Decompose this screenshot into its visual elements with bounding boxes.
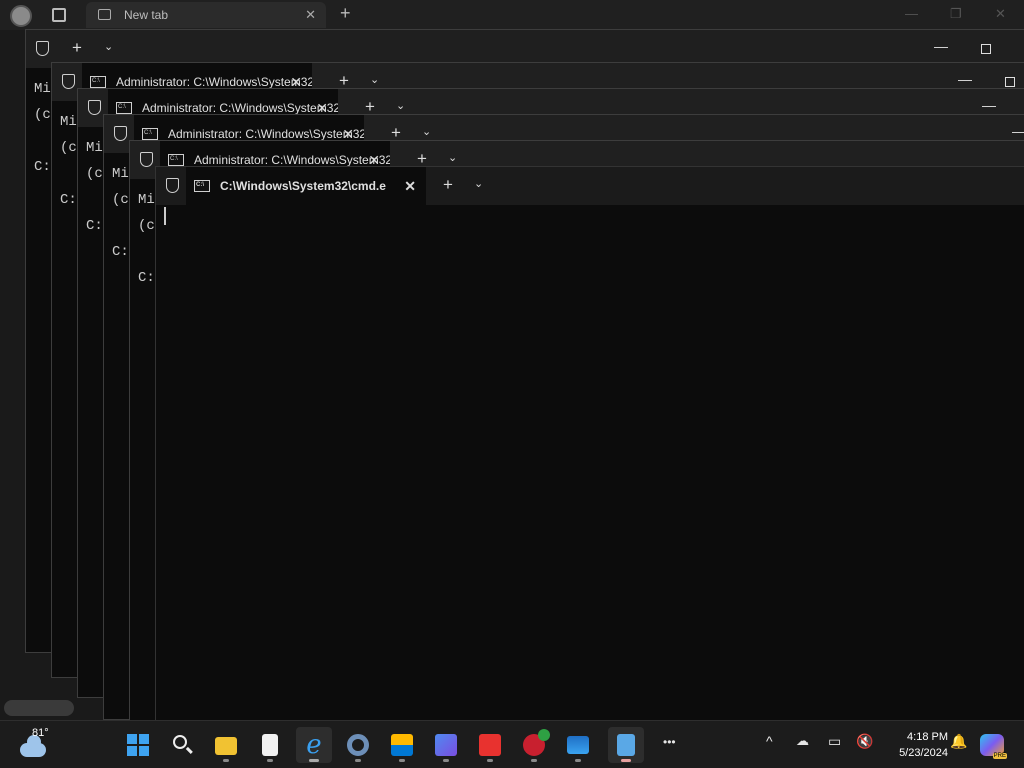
new-tab-icon	[98, 9, 111, 20]
dropdown-button[interactable]: ⌄	[396, 99, 405, 112]
terminal-tab-label: Administrator: C:\Windows\System32\cmd.e…	[168, 127, 364, 141]
weather-temp: 81°	[32, 727, 49, 739]
browser-tab-label: New tab	[124, 8, 169, 22]
azure-data-studio-icon	[435, 734, 457, 756]
browser-restore-button[interactable]: ❐	[950, 6, 962, 22]
close-tab-button[interactable]: ✕	[305, 2, 316, 28]
start-button[interactable]	[120, 727, 156, 763]
dropdown-button[interactable]: ⌄	[104, 40, 113, 53]
microsoft-store-button[interactable]	[384, 727, 420, 763]
search-icon	[173, 735, 187, 749]
dropdown-button[interactable]: ⌄	[448, 151, 457, 164]
browser-minimize-button[interactable]: —	[905, 6, 918, 21]
file-explorer-button[interactable]	[208, 727, 244, 763]
terminal-tab-active[interactable]: C:\ C:\Windows\System32\cmd.e ✕	[186, 167, 426, 205]
terminal-window-active[interactable]: C:\ C:\Windows\System32\cmd.e ✕ + ⌄	[155, 166, 1024, 726]
store-icon	[391, 734, 413, 756]
volume-muted-icon[interactable]: 🔇	[856, 733, 873, 750]
console-output: Mi (c C:	[86, 140, 103, 234]
dropdown-button[interactable]: ⌄	[370, 73, 379, 86]
console-output: Mi (c C:	[112, 166, 129, 260]
anydesk-button[interactable]	[472, 727, 508, 763]
azure-data-studio-button[interactable]	[428, 727, 464, 763]
more-icon: •••	[663, 735, 676, 749]
dropdown-button[interactable]: ⌄	[422, 125, 431, 138]
tab-actions-icon[interactable]	[52, 8, 66, 22]
windows-logo-icon	[127, 734, 149, 756]
console-output: Mi (c C:	[34, 81, 51, 175]
notepad-button[interactable]	[608, 727, 644, 763]
browser-tab-new-tab[interactable]: New tab ✕	[86, 2, 326, 28]
horizontal-scrollbar[interactable]	[4, 700, 74, 716]
cloud-icon	[20, 735, 46, 757]
network-icon[interactable]: ▭	[828, 733, 841, 750]
terminal-tab-label: Administrator: C:\Windows\System32\cmd.e…	[194, 153, 390, 167]
maximize-button[interactable]	[1005, 77, 1015, 87]
notepad-icon	[617, 734, 635, 756]
app-badge-button[interactable]	[516, 727, 552, 763]
new-tab-button[interactable]: +	[72, 38, 82, 58]
new-tab-button[interactable]: +	[340, 3, 351, 24]
anydesk-icon	[479, 734, 501, 756]
shield-icon	[114, 126, 127, 141]
console-output: Mi (c C:	[138, 192, 155, 286]
minimize-button[interactable]: —	[934, 38, 948, 54]
terminal-tab-label: C:\Windows\System32\cmd.e	[220, 179, 386, 193]
browser-close-button[interactable]: ✕	[995, 6, 1006, 22]
cmd-icon: C:\	[90, 76, 106, 88]
minimize-button[interactable]: —	[958, 71, 972, 87]
system-clock[interactable]: 4:18 PM 5/23/2024	[876, 729, 948, 761]
shield-icon	[140, 152, 153, 167]
gear-icon	[347, 734, 369, 756]
more-apps-button[interactable]: •••	[654, 727, 690, 763]
photos-icon	[567, 736, 589, 754]
clock-date: 5/23/2024	[899, 747, 948, 759]
onedrive-offline-icon[interactable]: ☁	[796, 733, 809, 749]
folder-icon	[215, 737, 237, 755]
maximize-button[interactable]	[981, 44, 991, 54]
desktop: New tab ✕ + — ❐ ✕ + ⌄ — Mi (c C: C:\ Adm…	[0, 0, 1024, 768]
shield-icon	[166, 178, 179, 193]
cmd-icon: C:\	[142, 128, 158, 140]
copilot-badge: PRE	[992, 753, 1007, 759]
show-hidden-icons-button[interactable]: ^	[766, 733, 773, 749]
settings-button[interactable]	[340, 727, 376, 763]
terminal-tab-label: Administrator: C:\Windows\System32\cmd.e…	[116, 75, 312, 89]
cmd-icon: C:\	[168, 154, 184, 166]
console-output: Mi (c C:	[60, 114, 77, 208]
copilot-button[interactable]: PRE	[980, 734, 1007, 759]
new-tab-button[interactable]: +	[443, 175, 453, 195]
check-icon	[538, 729, 550, 741]
dropdown-button[interactable]: ⌄	[474, 177, 483, 190]
taskbar: 81° e ••• ^ ☁ ▭ 🔇 4:18 PM 5/23/2024 🔔 PR…	[0, 720, 1024, 768]
notification-bell-icon[interactable]: 🔔	[950, 733, 967, 750]
terminal-tab-label: Administrator: C:\Windows\System32\cmd.e…	[142, 101, 338, 115]
internet-explorer-button[interactable]: e	[296, 727, 332, 763]
search-button[interactable]	[164, 727, 200, 763]
photos-button[interactable]	[560, 727, 596, 763]
minimize-button[interactable]: —	[982, 97, 996, 113]
browser-titlebar: New tab ✕ + — ❐ ✕	[0, 0, 1024, 30]
profile-avatar[interactable]	[10, 5, 32, 27]
weather-widget[interactable]: 81°	[18, 727, 68, 763]
internet-explorer-icon: e	[306, 730, 322, 760]
file-app-button[interactable]	[252, 727, 288, 763]
shield-icon	[62, 74, 75, 89]
close-tab-button[interactable]: ✕	[404, 167, 416, 205]
shield-icon	[88, 100, 101, 115]
cmd-icon: C:\	[194, 180, 210, 192]
document-icon	[262, 734, 278, 756]
clock-time: 4:18 PM	[907, 731, 948, 743]
minimize-button[interactable]: —	[1012, 123, 1024, 139]
shield-icon	[36, 41, 49, 56]
terminal-titlebar[interactable]: C:\ C:\Windows\System32\cmd.e ✕ + ⌄	[156, 167, 1024, 205]
cmd-icon: C:\	[116, 102, 132, 114]
console-area[interactable]	[156, 205, 1024, 725]
